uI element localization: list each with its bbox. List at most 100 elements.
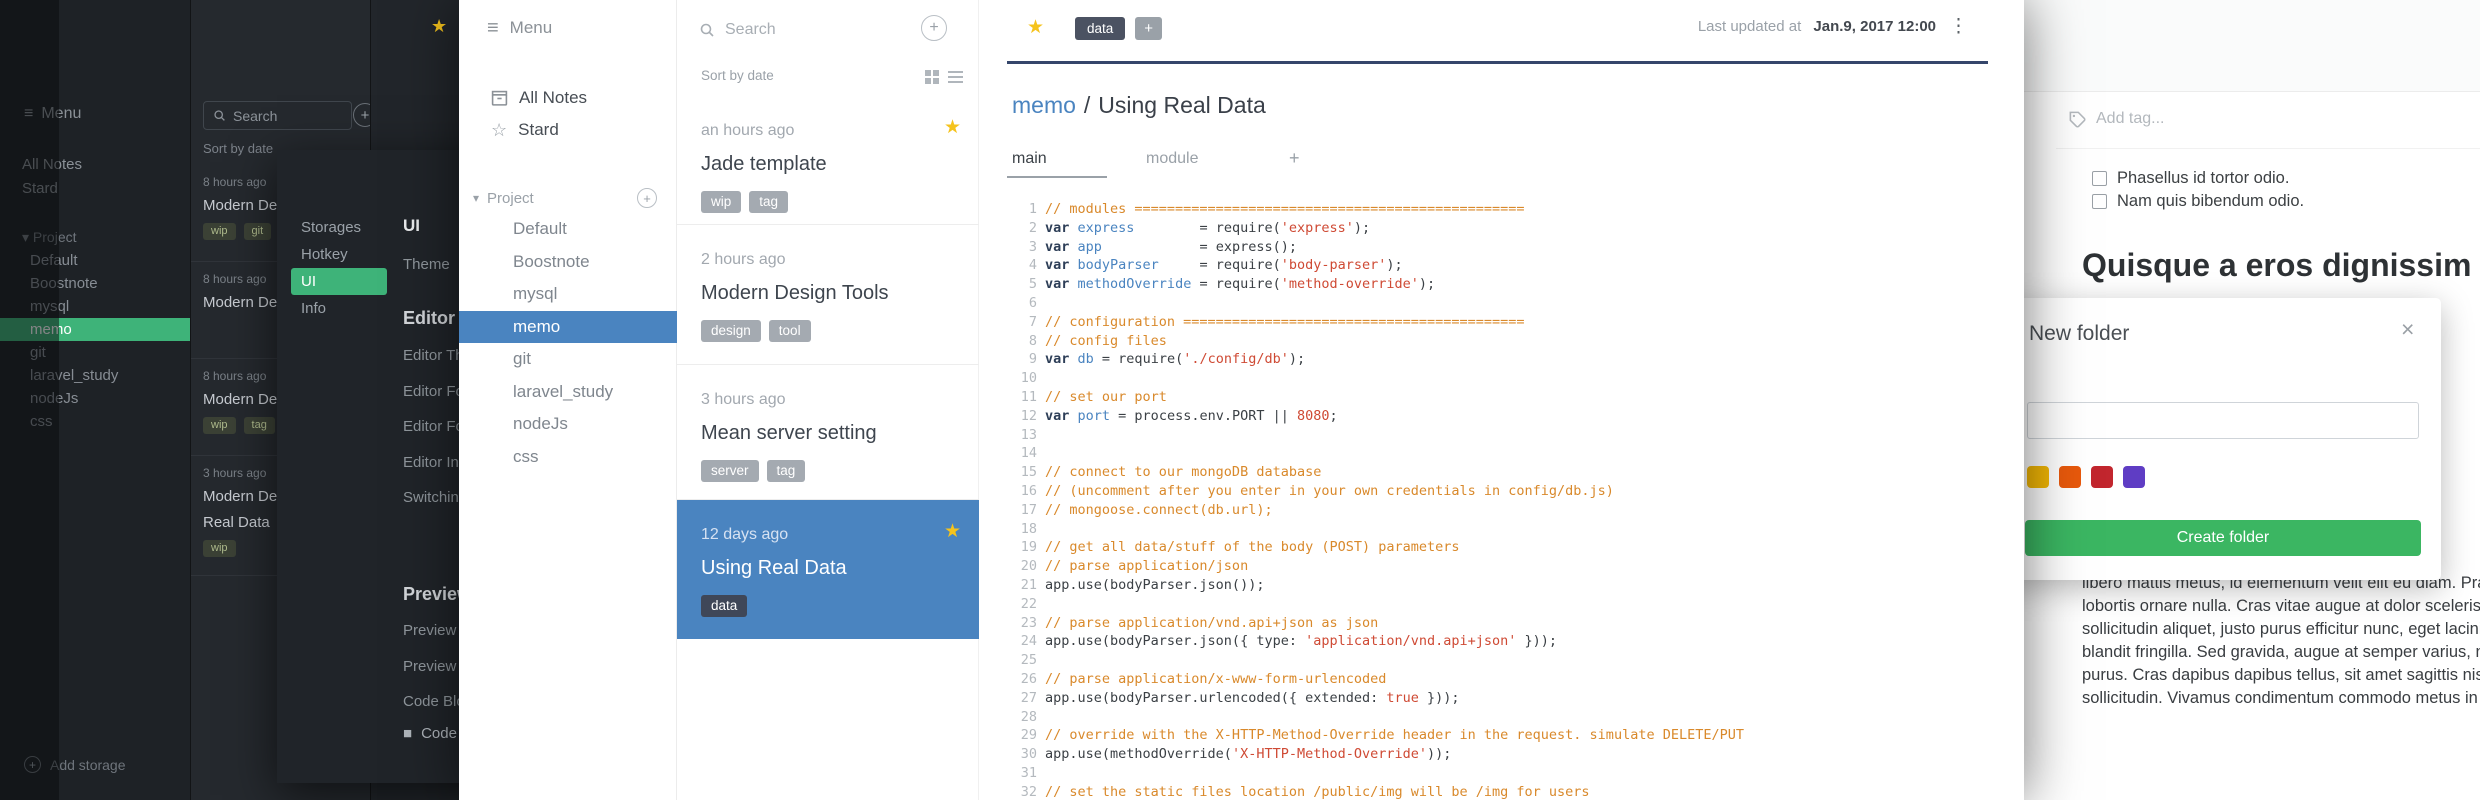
- search-icon: [700, 23, 714, 37]
- sidebar-item-starred[interactable]: ☆ Stard: [491, 116, 559, 144]
- bg-folder-item-mysql[interactable]: mysql: [0, 295, 190, 318]
- add-tab-button[interactable]: +: [1289, 148, 1300, 169]
- color-swatch[interactable]: [2027, 466, 2049, 488]
- settings-nav-item-info[interactable]: Info: [291, 295, 387, 322]
- bg-sort-label[interactable]: Sort by date: [203, 141, 273, 156]
- line-number: 6: [1028, 294, 1037, 311]
- line-number: 19: [1020, 539, 1037, 556]
- bg-folder-item-laravel_study[interactable]: laravel_study: [0, 364, 190, 387]
- sidebar-folder-Default[interactable]: Default: [459, 213, 677, 246]
- note-detail-pane: ★ data + Last updated at Jan.9, 2017 12:0…: [979, 0, 2024, 800]
- tag-chip[interactable]: data: [1075, 17, 1126, 40]
- bg-folder-item-memo[interactable]: memo: [0, 318, 190, 341]
- checkbox-row[interactable]: Nam quis bibendum odio.: [2092, 190, 2304, 213]
- checkbox[interactable]: [2092, 194, 2107, 209]
- sidebar-folder-memo[interactable]: memo: [459, 310, 677, 343]
- bg-folder-item-css[interactable]: css: [0, 410, 190, 433]
- checkbox-row[interactable]: Phasellus id tortor odio.: [2092, 167, 2304, 190]
- close-icon[interactable]: ×: [2401, 316, 2414, 343]
- star-icon[interactable]: ★: [944, 116, 961, 139]
- sidebar-folder-Boostnote[interactable]: Boostnote: [459, 246, 677, 279]
- code-editor[interactable]: // modules =============================…: [1045, 200, 2016, 800]
- color-swatch[interactable]: [2091, 466, 2113, 488]
- grid-view-icon[interactable]: [925, 70, 939, 84]
- new-folder-dialog-title: New folder: [2029, 322, 2130, 345]
- bg-folder-item-Default[interactable]: Default: [0, 249, 190, 272]
- settings-nav-item-hotkey[interactable]: Hotkey: [291, 241, 387, 268]
- tag-badge[interactable]: design: [701, 320, 761, 343]
- new-folder-name-input[interactable]: [2027, 402, 2419, 439]
- tag-badge[interactable]: git: [243, 223, 272, 241]
- line-number: 10: [1020, 370, 1037, 387]
- sidebar-folder-git[interactable]: git: [459, 343, 677, 376]
- star-outline-icon: ☆: [491, 119, 508, 140]
- bg-add-storage-button[interactable]: + Add storage: [24, 756, 126, 773]
- sidebar-folder-mysql[interactable]: mysql: [459, 278, 677, 311]
- sidebar-folder-nodeJs[interactable]: nodeJs: [459, 408, 677, 441]
- view-toggle-icons: [925, 70, 963, 84]
- bg-folder-item-git[interactable]: git: [0, 341, 190, 364]
- bg-project-header[interactable]: ▾ Project: [0, 226, 190, 249]
- line-number: 26: [1020, 670, 1037, 687]
- line-number: 13: [1020, 426, 1037, 443]
- bg-add-storage-label: Add storage: [50, 756, 126, 773]
- create-folder-button[interactable]: Create folder: [2025, 520, 2421, 556]
- tag-icon: [2069, 111, 2086, 128]
- tab-module[interactable]: module: [1146, 150, 1198, 168]
- note-list-item[interactable]: 2 hours ago Modern Design Tools design tool: [677, 225, 979, 365]
- breadcrumb-folder[interactable]: memo: [1012, 92, 1076, 118]
- sidebar-item-all-notes[interactable]: All Notes: [491, 84, 587, 112]
- add-tag-button[interactable]: +: [1135, 17, 1163, 40]
- sidebar-folder-css[interactable]: css: [459, 441, 677, 474]
- color-swatch[interactable]: [2123, 466, 2145, 488]
- settings-nav-item-storages[interactable]: Storages: [291, 214, 387, 241]
- tag-badge[interactable]: wip: [203, 223, 236, 241]
- star-icon[interactable]: ★: [431, 16, 447, 37]
- sidebar-folder-laravel_study[interactable]: laravel_study: [459, 376, 677, 409]
- tag-badge[interactable]: tag: [749, 191, 789, 214]
- new-note-button[interactable]: +: [921, 15, 947, 41]
- tag-badge[interactable]: wip: [203, 540, 236, 558]
- tab-main[interactable]: main: [1012, 150, 1047, 168]
- bg-sidebar-item-starred[interactable]: Stard: [22, 174, 58, 202]
- settings-nav-item-ui[interactable]: UI: [291, 268, 387, 295]
- kebab-menu-icon[interactable]: ⋮: [1949, 15, 1968, 38]
- last-updated: Last updated at Jan.9, 2017 12:00: [1579, 18, 1936, 35]
- tag-badge[interactable]: wip: [701, 191, 742, 214]
- code-line: // set our port: [1045, 388, 1167, 405]
- tag-badge[interactable]: tool: [768, 320, 811, 343]
- search-input[interactable]: Search: [699, 17, 776, 43]
- tag-badge[interactable]: wip: [203, 417, 236, 435]
- checkbox[interactable]: [2092, 171, 2107, 186]
- code-line: app.use(bodyParser.urlencoded({ extended…: [1045, 689, 1460, 706]
- line-number: 24: [1020, 633, 1037, 650]
- note-list-item[interactable]: 12 days ago ★ Using Real Data data: [677, 500, 979, 639]
- sort-by-label[interactable]: Sort by date: [701, 68, 774, 83]
- add-tag-input[interactable]: Add tag...: [2068, 104, 2165, 134]
- tag-badge[interactable]: tag: [243, 417, 275, 435]
- star-icon[interactable]: ★: [1027, 16, 1044, 39]
- bg-search-input[interactable]: Search: [203, 101, 352, 130]
- list-view-icon[interactable]: [948, 71, 963, 83]
- note-list-item[interactable]: an hours ago ★ Jade template wip tag: [677, 96, 979, 225]
- tag-badge[interactable]: server: [701, 460, 759, 483]
- add-folder-button[interactable]: +: [637, 188, 657, 208]
- bg-menu-button[interactable]: ≡ Menu: [24, 100, 81, 128]
- note-list-item[interactable]: 3 hours ago Mean server setting server tag: [677, 365, 979, 500]
- breadcrumb-separator: /: [1083, 92, 1091, 118]
- color-swatch[interactable]: [2059, 466, 2081, 488]
- divider: [1007, 61, 1988, 64]
- bg-folder-item-nodeJs[interactable]: nodeJs: [0, 387, 190, 410]
- bg-search-placeholder: Search: [233, 107, 278, 124]
- tag-badge[interactable]: tag: [766, 460, 806, 483]
- bg-folder-item-Boostnote[interactable]: Boostnote: [0, 272, 190, 295]
- star-icon[interactable]: ★: [944, 520, 961, 543]
- project-tree-header[interactable]: ▾ Project: [473, 186, 534, 210]
- tag-badge[interactable]: data: [701, 595, 748, 618]
- active-tab-underline: [1007, 176, 1107, 178]
- new-folder-dialog: New folder × Create folder: [2005, 298, 2441, 580]
- line-number: 15: [1020, 464, 1037, 481]
- line-number: 8: [1028, 332, 1037, 349]
- menu-button[interactable]: ≡ Menu: [487, 14, 552, 42]
